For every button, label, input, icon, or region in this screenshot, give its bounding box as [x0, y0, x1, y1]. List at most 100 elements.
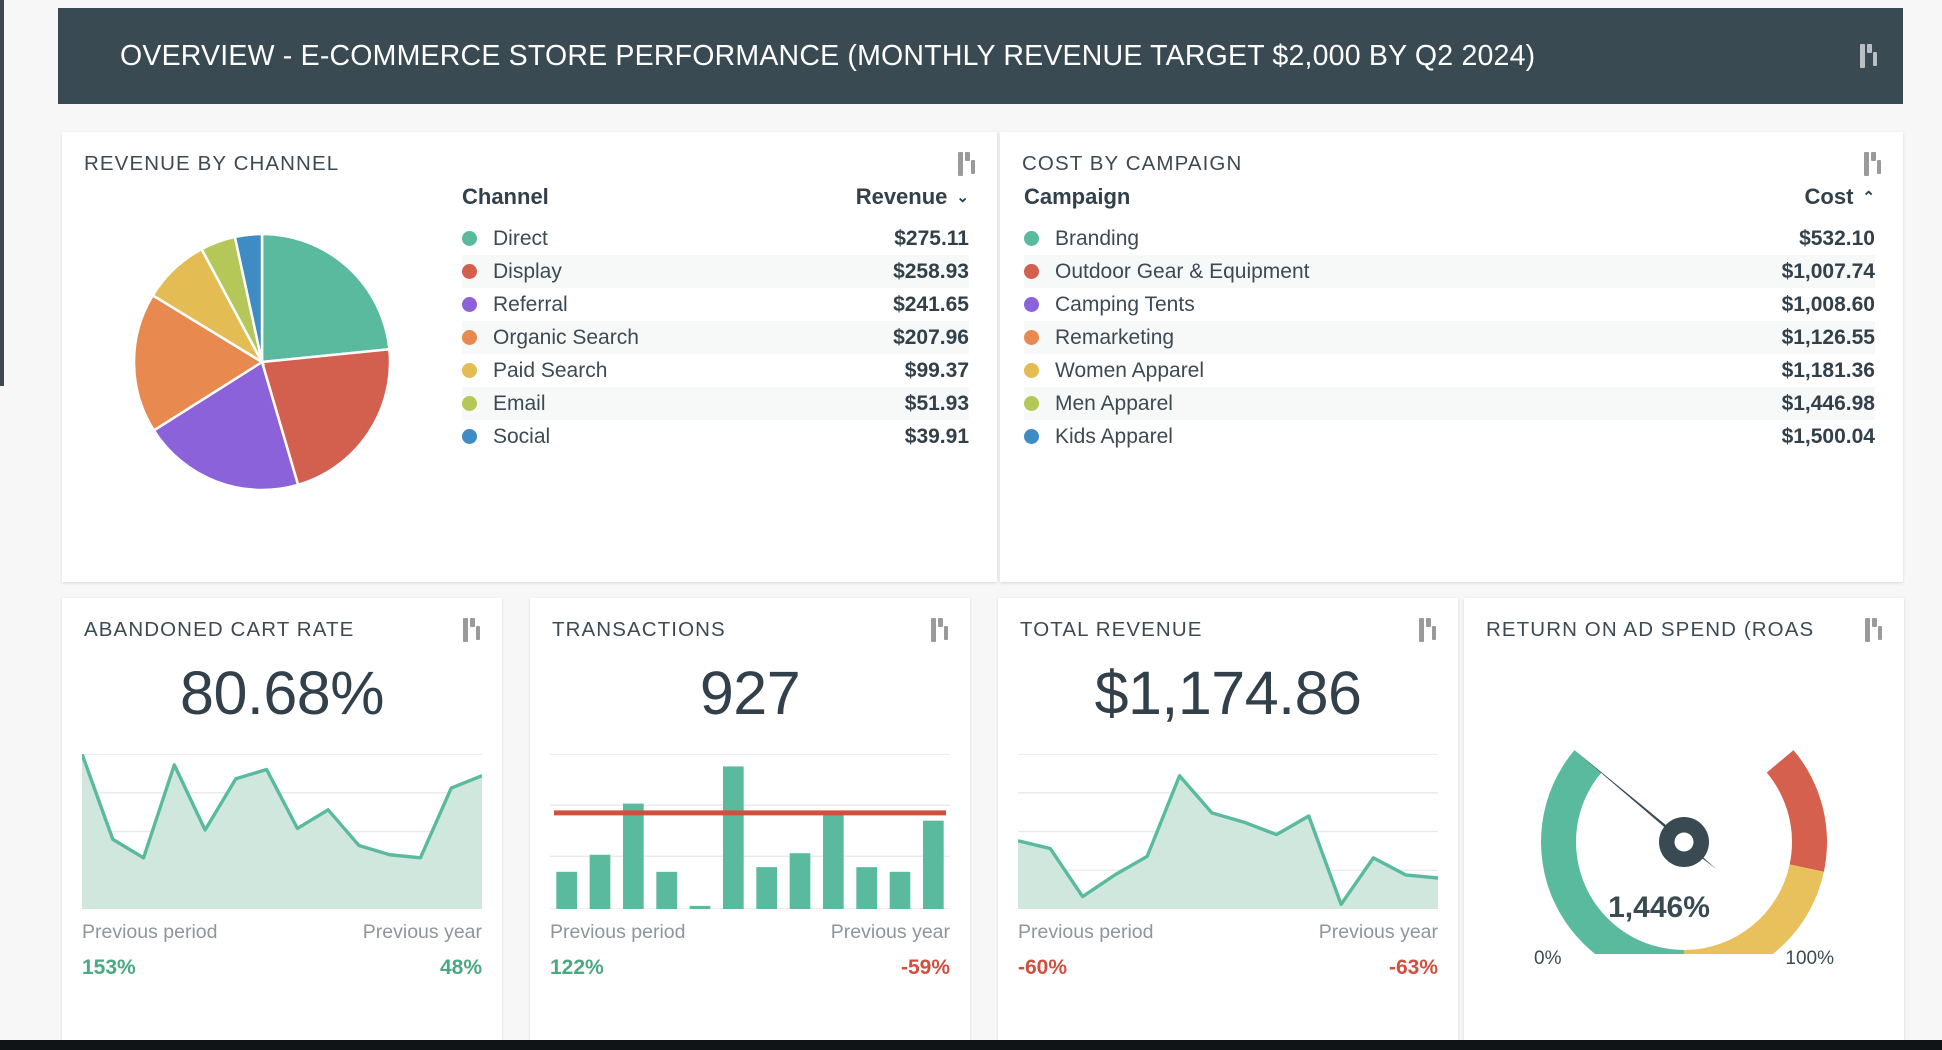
table-rows: Direct $275.11 Display $258.93 Referral $241.…: [462, 222, 969, 453]
kpi-value: 927: [699, 659, 801, 727]
table-row[interactable]: Display $258.93: [462, 255, 969, 288]
prev-year-label: Previous year: [1318, 921, 1438, 943]
bar[interactable]: [856, 867, 877, 909]
row-label: Men Apparel: [1055, 391, 1173, 415]
table-row[interactable]: Paid Search $99.37: [462, 354, 969, 387]
total-revenue-card: TOTAL REVENUE $1,174.86 Previous period …: [998, 598, 1458, 1050]
table-row[interactable]: Outdoor Gear & Equipment $1,007.74: [1024, 255, 1875, 288]
table-row[interactable]: Direct $275.11: [462, 222, 969, 255]
prev-year-label: Previous year: [830, 921, 950, 943]
bar[interactable]: [656, 871, 677, 909]
prev-period-label: Previous period: [1018, 921, 1154, 943]
table-row[interactable]: Email $51.93: [462, 387, 969, 420]
table-row[interactable]: Remarketing $1,126.55: [1024, 321, 1875, 354]
card-header: COST BY CAMPAIGN: [1000, 132, 1903, 176]
column-header-revenue-label: Revenue: [855, 184, 948, 209]
series-color-dot: [1024, 231, 1039, 246]
dashboard-header: OVERVIEW - E-COMMERCE STORE PERFORMANCE …: [58, 8, 1903, 104]
kpi-value: 80.68%: [180, 659, 384, 727]
prev-year-value: 48%: [439, 956, 482, 979]
abandoned-cart-rate-card: ABANDONED CART RATE 80.68% Previous peri…: [62, 598, 502, 1050]
row-label: Camping Tents: [1055, 292, 1195, 316]
table-row[interactable]: Men Apparel $1,446.98: [1024, 387, 1875, 420]
column-header-cost[interactable]: Cost ⌃: [1805, 184, 1875, 210]
row-value: $1,181.36: [1781, 358, 1875, 382]
series-color-dot: [462, 264, 477, 279]
bar[interactable]: [823, 812, 844, 909]
row-label: Display: [493, 259, 562, 283]
row-value: $1,446.98: [1781, 391, 1875, 415]
bar[interactable]: [789, 853, 811, 909]
card-header: RETURN ON AD SPEND (ROAS IN %): [1464, 598, 1904, 642]
sparkline-svg: [1018, 754, 1438, 909]
table-row[interactable]: Branding $532.10: [1024, 222, 1875, 255]
row-value: $51.93: [904, 391, 969, 415]
card-title: TRANSACTIONS: [552, 618, 726, 641]
gauge-max-label: 100%: [1785, 948, 1834, 969]
card-header: TRANSACTIONS: [530, 598, 970, 642]
row-label: Branding: [1055, 226, 1140, 250]
series-color-dot: [1024, 363, 1039, 378]
card-body: Channel Revenue ⌄ Direct $275.11 Display $2…: [62, 176, 997, 578]
card-header: REVENUE BY CHANNEL: [62, 132, 997, 176]
card-header: TOTAL REVENUE: [998, 598, 1458, 642]
panel-menu-icon[interactable]: [958, 152, 975, 176]
card-body: Campaign Cost ⌃ Branding $532.10 Outdoor G…: [1000, 176, 1903, 578]
bar[interactable]: [689, 905, 711, 909]
gauge-hub-hole: [1674, 832, 1694, 852]
kpi-value: $1,174.86: [1094, 659, 1362, 727]
pie-slice[interactable]: [260, 232, 391, 364]
bar[interactable]: [723, 766, 744, 909]
gauge-band: [1766, 750, 1828, 872]
table-row[interactable]: Camping Tents $1,008.60: [1024, 288, 1875, 321]
panel-menu-icon[interactable]: [1419, 618, 1436, 642]
series-color-dot: [1024, 429, 1039, 444]
panel-menu-icon[interactable]: [463, 618, 480, 642]
row-label: Paid Search: [493, 358, 608, 382]
row-label: Outdoor Gear & Equipment: [1055, 259, 1310, 283]
panel-menu-icon[interactable]: [931, 618, 948, 642]
card-title: TOTAL REVENUE: [1020, 618, 1203, 641]
series-color-dot: [462, 396, 477, 411]
column-header-channel[interactable]: Channel: [462, 184, 549, 210]
page-title: OVERVIEW - E-COMMERCE STORE PERFORMANCE …: [120, 39, 1536, 72]
bar[interactable]: [556, 871, 577, 909]
roas-gauge-card: RETURN ON AD SPEND (ROAS IN %) 1,446% 0%…: [1464, 598, 1904, 1050]
card-title: COST BY CAMPAIGN: [1022, 152, 1243, 175]
table-row[interactable]: Referral $241.65: [462, 288, 969, 321]
bar[interactable]: [756, 867, 777, 909]
revenue-table: Channel Revenue ⌄ Direct $275.11 Display $2…: [462, 176, 997, 578]
table-header: Campaign Cost ⌃: [1024, 184, 1875, 222]
row-value: $241.65: [893, 292, 969, 316]
column-header-campaign[interactable]: Campaign: [1024, 184, 1130, 210]
series-color-dot: [1024, 264, 1039, 279]
bar[interactable]: [623, 803, 644, 909]
table-row[interactable]: Social $39.91: [462, 420, 969, 453]
column-header-revenue[interactable]: Revenue ⌄: [856, 184, 969, 210]
bar[interactable]: [889, 871, 911, 909]
prev-period-label: Previous period: [550, 921, 686, 943]
row-value: $1,008.60: [1781, 292, 1875, 316]
prev-period-value: 153%: [82, 956, 136, 979]
series-color-dot: [462, 297, 477, 312]
bar[interactable]: [923, 820, 944, 909]
card-header: ABANDONED CART RATE: [62, 598, 502, 642]
sparkline-area-chart: [1018, 754, 1438, 909]
table-row[interactable]: Women Apparel $1,181.36: [1024, 354, 1875, 387]
row-value: $1,007.74: [1781, 259, 1875, 283]
series-color-dot: [462, 231, 477, 246]
row-label: Women Apparel: [1055, 358, 1205, 382]
gauge-min-label: 0%: [1534, 948, 1562, 969]
table-row[interactable]: Organic Search $207.96: [462, 321, 969, 354]
row-value: $1,500.04: [1781, 424, 1875, 448]
panel-menu-icon[interactable]: [1864, 152, 1881, 176]
kpi-footer: Previous period Previous year -60% -63%: [1018, 921, 1438, 980]
panel-menu-icon[interactable]: [1860, 44, 1877, 68]
pie-chart-svg: [132, 232, 392, 492]
table-row[interactable]: Kids Apparel $1,500.04: [1024, 420, 1875, 453]
panel-menu-icon[interactable]: [1865, 618, 1882, 642]
series-color-dot: [462, 330, 477, 345]
bar[interactable]: [589, 854, 611, 909]
row-label: Kids Apparel: [1055, 424, 1173, 448]
row-value: $207.96: [893, 325, 969, 349]
